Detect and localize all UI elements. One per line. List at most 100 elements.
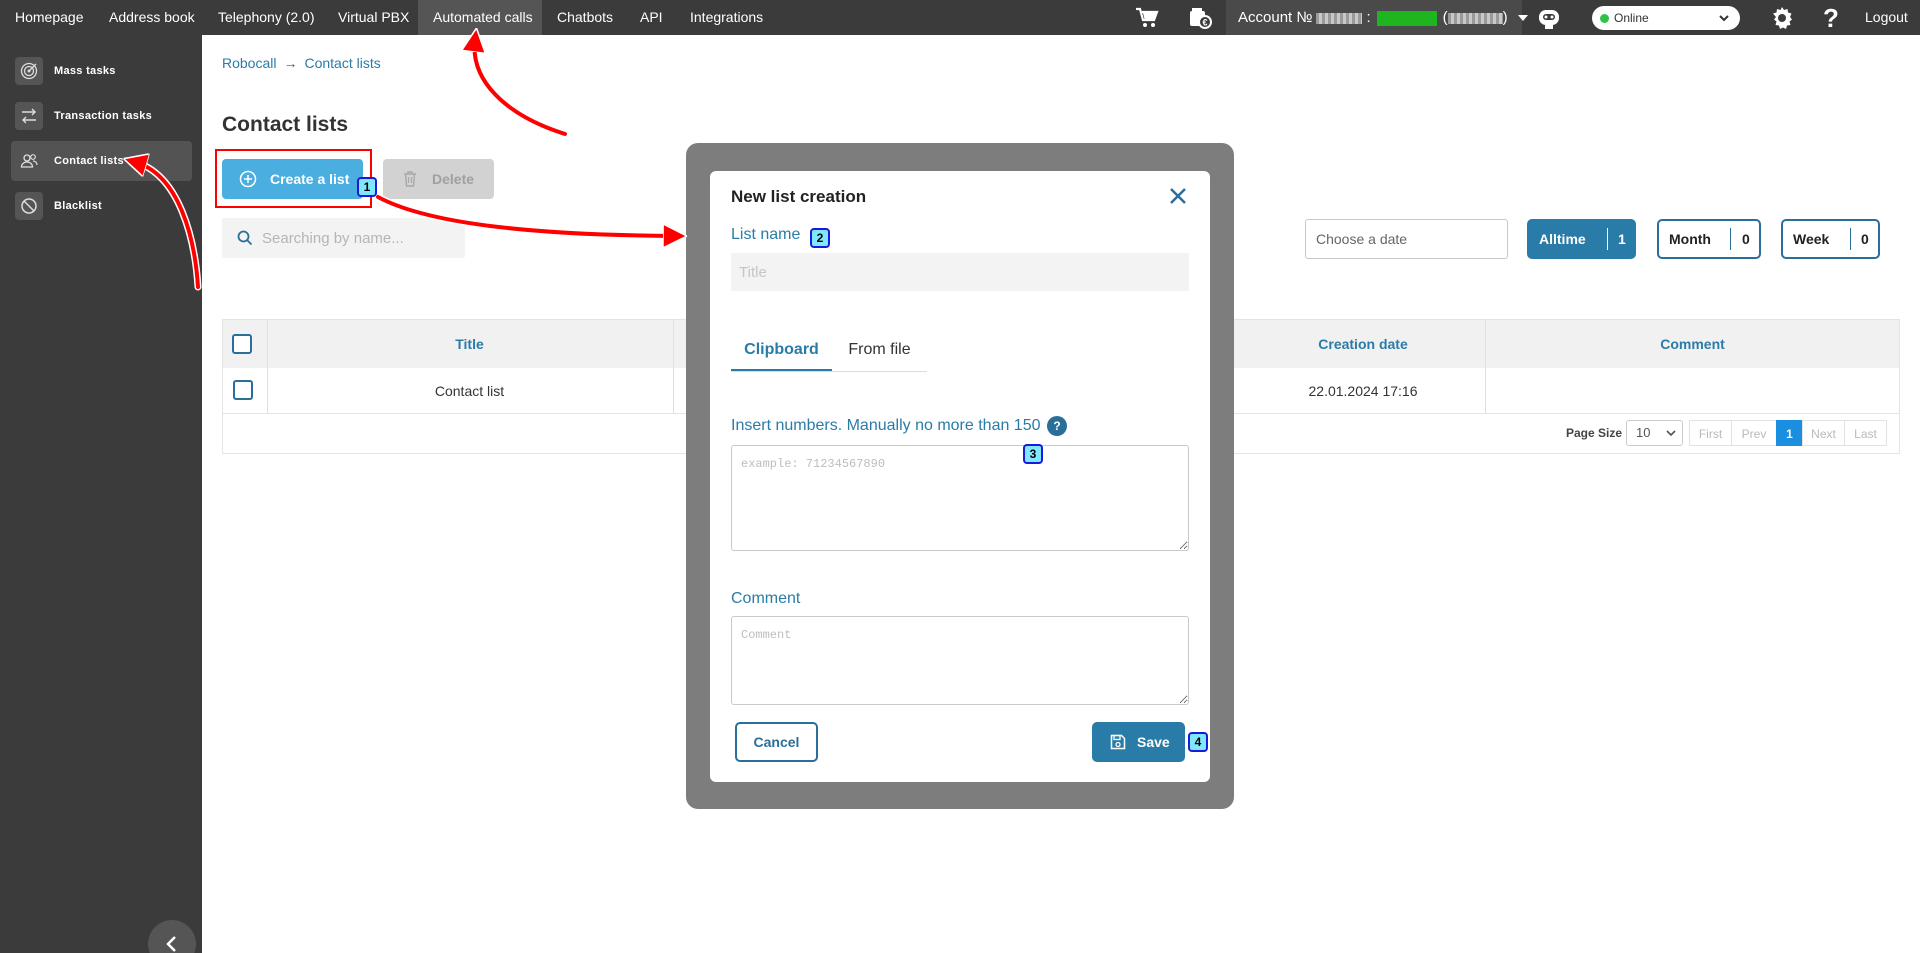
status-label: Online <box>1614 11 1649 25</box>
target-icon <box>15 57 43 85</box>
date-picker-input[interactable] <box>1305 219 1508 259</box>
search-input[interactable] <box>262 218 457 258</box>
sidebar-item-label: Transaction tasks <box>54 110 153 122</box>
filter-divider <box>1607 228 1608 250</box>
tab-from-file[interactable]: From file <box>832 339 927 372</box>
chevron-down-icon <box>1666 430 1676 437</box>
account-selector[interactable]: Account №:() <box>1226 0 1528 35</box>
numbers-textarea[interactable] <box>731 445 1189 551</box>
pagination-next[interactable]: Next <box>1802 420 1845 446</box>
sidebar-item-transaction-tasks[interactable]: Transaction tasks <box>11 96 192 136</box>
nav-virtual-pbx[interactable]: Virtual PBX <box>323 0 424 35</box>
column-divider <box>673 320 674 414</box>
save-button[interactable]: Save <box>1092 722 1185 762</box>
cancel-button[interactable]: Cancel <box>735 722 818 762</box>
filter-week-button[interactable]: Week 0 <box>1781 219 1880 259</box>
breadcrumb-separator: → <box>283 55 298 71</box>
sidebar-item-blacklist[interactable]: Blacklist <box>11 186 192 226</box>
column-header-creation-date[interactable]: Creation date <box>1213 320 1513 368</box>
top-nav: Homepage Address book Telephony (2.0) Vi… <box>0 0 1920 35</box>
close-icon[interactable] <box>1167 185 1189 207</box>
row-title: Contact list <box>434 383 505 399</box>
nav-telephony[interactable]: Telephony (2.0) <box>203 0 330 35</box>
nav-integrations[interactable]: Integrations <box>675 0 778 35</box>
column-divider <box>1485 320 1486 414</box>
svg-text:?: ? <box>1823 5 1839 31</box>
filter-count: 1 <box>1618 231 1626 247</box>
comment-label: Comment <box>731 590 801 607</box>
list-name-input[interactable] <box>731 253 1189 291</box>
filter-divider <box>1730 228 1731 250</box>
insert-numbers-label: Insert numbers. Manually no more than 15… <box>731 417 1041 434</box>
sidebar-collapse-button[interactable] <box>148 920 196 953</box>
account-paren-close: ) <box>1502 9 1508 26</box>
tab-underline <box>731 371 927 372</box>
row-creation-date: 22.01.2024 17:16 <box>1308 383 1418 399</box>
contacts-icon <box>15 147 43 175</box>
filter-count: 0 <box>1861 231 1869 247</box>
chevron-down-icon <box>1719 15 1729 22</box>
page-size-label: Page Size <box>1566 426 1623 440</box>
nav-api[interactable]: API <box>625 0 678 35</box>
account-separator: : <box>1366 9 1371 26</box>
gear-icon[interactable] <box>1765 0 1799 35</box>
annotation-marker-4: 4 <box>1188 732 1208 752</box>
pagination-prev[interactable]: Prev <box>1731 420 1777 446</box>
robot-icon[interactable] <box>1532 0 1566 35</box>
tab-clipboard[interactable]: Clipboard <box>731 339 832 372</box>
row-comment <box>1486 368 1899 414</box>
svg-text:€: € <box>1202 17 1207 27</box>
delete-button[interactable]: Delete <box>383 159 494 199</box>
account-number-redacted <box>1316 12 1363 24</box>
page-title: Contact lists <box>222 113 349 136</box>
annotation-highlight-box <box>215 149 372 208</box>
annotation-marker-3: 3 <box>1023 444 1043 464</box>
help-icon[interactable]: ? <box>1814 0 1848 35</box>
select-all-checkbox[interactable] <box>232 334 252 354</box>
nav-address-book[interactable]: Address book <box>94 0 210 35</box>
pagination-page-1[interactable]: 1 <box>1776 420 1803 446</box>
trash-icon <box>404 171 416 187</box>
delete-label: Delete <box>432 171 475 187</box>
breadcrumb-robocall[interactable]: Robocall <box>222 55 276 71</box>
filter-alltime-button[interactable]: Alltime 1 <box>1527 219 1636 259</box>
online-dot <box>1600 14 1609 23</box>
save-label: Save <box>1137 734 1170 750</box>
filter-divider <box>1850 228 1851 250</box>
logout-link[interactable]: Logout <box>1850 0 1920 35</box>
chevron-left-icon <box>166 936 176 952</box>
filter-label: Month <box>1669 231 1711 247</box>
sidebar-item-contact-lists[interactable]: Contact lists <box>11 141 192 181</box>
pagination-last[interactable]: Last <box>1844 420 1887 446</box>
filter-month-button[interactable]: Month 0 <box>1657 219 1761 259</box>
status-select[interactable]: Online <box>1592 6 1740 30</box>
filter-label: Week <box>1793 231 1830 247</box>
nav-automated-calls[interactable]: Automated calls <box>418 0 542 35</box>
sidebar-item-label: Blacklist <box>54 200 102 212</box>
account-name-redacted <box>1447 12 1503 24</box>
page-size-value: 10 <box>1636 425 1651 440</box>
pagination-first[interactable]: First <box>1689 420 1732 446</box>
sidebar-item-mass-tasks[interactable]: Mass tasks <box>11 51 192 91</box>
filter-count: 0 <box>1742 231 1750 247</box>
help-tooltip-icon[interactable]: ? <box>1047 416 1067 436</box>
annotation-marker-2: 2 <box>810 228 830 248</box>
block-icon <box>15 192 43 220</box>
account-label: Account № <box>1238 9 1313 26</box>
account-balance-redacted <box>1376 10 1437 26</box>
comment-textarea[interactable] <box>731 616 1189 705</box>
nav-homepage[interactable]: Homepage <box>0 0 99 35</box>
column-header-title[interactable]: Title <box>267 320 672 368</box>
page-size-select[interactable]: 10 <box>1626 420 1683 446</box>
breadcrumb-contact-lists[interactable]: Contact lists <box>304 55 380 71</box>
list-name-label: List name <box>731 226 801 243</box>
wallet-icon[interactable]: € <box>1183 0 1217 35</box>
row-checkbox[interactable] <box>233 380 253 400</box>
column-divider <box>267 320 268 414</box>
search-icon <box>237 230 253 246</box>
sidebar: Mass tasks Transaction tasks Contact lis… <box>0 35 202 953</box>
cart-icon[interactable] <box>1130 0 1164 35</box>
column-header-comment[interactable]: Comment <box>1486 320 1899 368</box>
nav-chatbots[interactable]: Chatbots <box>542 0 628 35</box>
filter-label: Alltime <box>1539 231 1586 247</box>
